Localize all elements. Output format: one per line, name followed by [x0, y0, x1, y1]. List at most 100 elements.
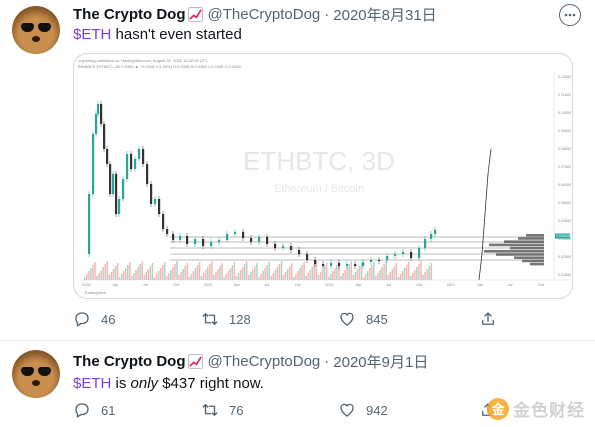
- chart-increasing-icon: [187, 6, 203, 22]
- volume-bar: [161, 265, 164, 280]
- volume-bar: [131, 276, 133, 280]
- volume-bar: [250, 272, 252, 280]
- site-watermark: 金 金色财经: [487, 396, 585, 421]
- volume-bar: [221, 263, 223, 280]
- volume-bar: [407, 262, 410, 280]
- candle-body: [162, 214, 165, 229]
- tweet[interactable]: The Crypto Dog @TheCryptoDog · 2020年9月1日…: [0, 342, 595, 427]
- volume-bar: [389, 272, 391, 280]
- time-tick-label: Jul: [143, 283, 148, 287]
- volume-bar: [336, 265, 338, 280]
- volume-profile-bar: [526, 234, 544, 237]
- like-icon: [340, 312, 354, 326]
- volume-bar: [366, 271, 369, 280]
- volume-bar: [213, 275, 215, 280]
- candle-body: [115, 174, 118, 214]
- volume-bar: [84, 277, 86, 280]
- time-tick-label: Apr: [112, 283, 119, 287]
- avatar[interactable]: [12, 6, 60, 54]
- candle-body: [226, 234, 229, 240]
- candle-body: [354, 264, 357, 266]
- volume-bar: [192, 271, 195, 280]
- projection-line: [484, 173, 489, 215]
- volume-bar: [110, 272, 113, 280]
- tweet-date[interactable]: 2020年8月31日: [333, 4, 436, 25]
- candle-body: [346, 264, 349, 266]
- tweet[interactable]: The Crypto Dog @TheCryptoDog · 2020年8月31…: [0, 0, 595, 341]
- volume-bar: [137, 267, 139, 280]
- volume-bar: [270, 276, 273, 280]
- display-name[interactable]: The Crypto Dog: [73, 6, 186, 23]
- volume-bar: [204, 270, 207, 280]
- volume-bar: [424, 272, 426, 280]
- volume-bar: [358, 266, 361, 280]
- time-tick-label: Apr: [356, 283, 363, 287]
- share-button[interactable]: [479, 310, 497, 328]
- volume-bar: [401, 271, 404, 280]
- tweet-actions: 61 76 942: [73, 401, 503, 421]
- price-chart: cryptodog published on TradingView.com, …: [78, 58, 571, 295]
- volume-bar: [122, 271, 125, 280]
- candle-body: [218, 240, 221, 242]
- candle-body: [138, 149, 141, 159]
- cashtag-link[interactable]: $ETH: [73, 26, 111, 43]
- volume-bar: [387, 275, 389, 280]
- candle-body: [314, 260, 317, 264]
- volume-bar: [178, 275, 180, 280]
- volume-bar: [317, 275, 320, 280]
- more-icon[interactable]: [559, 4, 581, 26]
- candle-body: [146, 164, 149, 184]
- volume-profile-bar: [489, 243, 544, 247]
- volume-bar: [305, 276, 307, 280]
- volume-bar: [342, 273, 344, 280]
- retweet-button[interactable]: 76: [201, 401, 243, 419]
- volume-bar: [385, 261, 387, 280]
- user-handle[interactable]: @TheCryptoDog: [208, 353, 321, 370]
- candle-body: [410, 252, 413, 258]
- retweet-button[interactable]: 128: [201, 310, 251, 328]
- volume-bar: [159, 268, 162, 280]
- like-button[interactable]: 942: [338, 401, 388, 419]
- tradingview-logo: TradingView: [84, 290, 106, 295]
- candle-body: [402, 252, 405, 254]
- volume-bar: [129, 262, 131, 280]
- volume-bar: [151, 263, 154, 280]
- candle-body: [386, 256, 389, 260]
- volume-bar: [96, 276, 98, 280]
- volume-bar: [321, 269, 324, 280]
- time-tick-label: Jul: [386, 283, 391, 287]
- volume-bar: [155, 274, 158, 280]
- tweet-date[interactable]: 2020年9月1日: [333, 351, 428, 372]
- display-name[interactable]: The Crypto Dog: [73, 353, 186, 370]
- time-tick-label: 2019: [204, 283, 212, 287]
- volume-bar: [428, 266, 430, 280]
- candle-body: [370, 260, 373, 262]
- volume-bar: [94, 262, 96, 280]
- volume-bar: [364, 274, 367, 280]
- like-button[interactable]: 845: [338, 310, 388, 328]
- candle-body: [434, 230, 437, 234]
- like-count: 942: [366, 402, 388, 418]
- reply-icon: [75, 312, 89, 327]
- candle-body: [266, 237, 269, 244]
- volume-bar: [223, 277, 225, 280]
- candle-body: [378, 260, 381, 261]
- volume-bar: [106, 261, 109, 280]
- volume-bar: [88, 271, 90, 280]
- volume-bar: [352, 275, 355, 280]
- candle-body: [250, 238, 253, 242]
- user-handle[interactable]: @TheCryptoDog: [208, 6, 321, 23]
- reply-button[interactable]: 46: [73, 310, 115, 328]
- volume-bar: [92, 265, 94, 280]
- volume-profile-bar: [530, 262, 544, 266]
- volume-bar: [311, 267, 314, 280]
- chart-subtitle-watermark: Ethereum / Bitcoin: [274, 183, 364, 195]
- volume-bar: [227, 271, 229, 280]
- volume-bar: [420, 261, 422, 280]
- tweet-media-chart[interactable]: cryptodog published on TradingView.com, …: [73, 53, 573, 299]
- volume-bar: [202, 273, 205, 280]
- avatar[interactable]: [12, 350, 60, 398]
- volume-bar: [348, 264, 350, 280]
- cashtag-link[interactable]: $ETH: [73, 375, 111, 392]
- reply-button[interactable]: 61: [73, 401, 115, 419]
